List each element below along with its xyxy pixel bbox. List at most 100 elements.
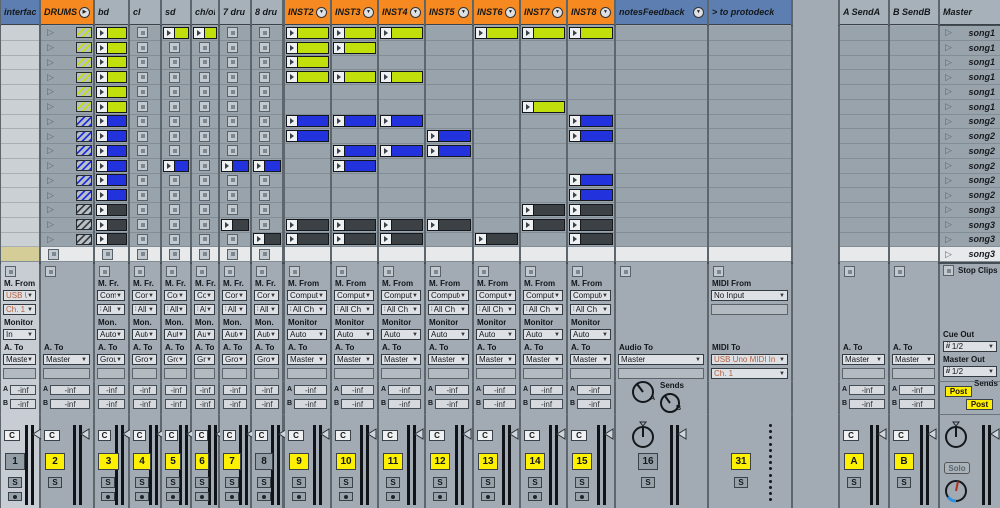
clip-stop-button[interactable]: [259, 116, 270, 127]
clip-slot[interactable]: [1, 233, 39, 248]
clip-slot[interactable]: [220, 188, 250, 203]
clip-stop-button[interactable]: [137, 57, 148, 68]
clip-slot[interactable]: [1, 100, 39, 115]
clip[interactable]: [475, 27, 518, 39]
track-stop-button[interactable]: [289, 266, 300, 277]
track-header-inst5[interactable]: INST5▼: [426, 0, 472, 25]
clip-slot[interactable]: [890, 233, 938, 248]
clip-stop-button[interactable]: [169, 42, 180, 53]
clip-slot[interactable]: [220, 85, 250, 100]
track-activator[interactable]: 7: [223, 453, 241, 470]
track-activator[interactable]: A: [844, 453, 864, 470]
send-a-amount[interactable]: -inf: [899, 385, 935, 395]
clip-slot[interactable]: [162, 203, 190, 218]
clip-stop-button[interactable]: [48, 249, 59, 260]
clip-slot[interactable]: [95, 233, 128, 248]
solo-button[interactable]: S: [481, 477, 495, 488]
clip-slot[interactable]: ▷: [41, 100, 93, 115]
track-header-inst8[interactable]: INST8▼: [568, 0, 614, 25]
send-a-amount[interactable]: -inf: [255, 385, 279, 395]
clip-slot[interactable]: [1, 159, 39, 174]
clip-slot[interactable]: [616, 174, 707, 189]
clip-stop-button[interactable]: [259, 249, 270, 260]
clip[interactable]: [96, 101, 127, 113]
clip-stop-button[interactable]: [259, 131, 270, 142]
clip-stop-button[interactable]: [169, 86, 180, 97]
clip-slot[interactable]: [426, 41, 472, 56]
solo-button[interactable]: S: [641, 477, 655, 488]
clip-launch-icon[interactable]: ▷: [47, 87, 54, 96]
scene-row[interactable]: ▷song3: [940, 203, 1000, 218]
clip-slot[interactable]: [1, 218, 39, 233]
clip-slot[interactable]: [568, 159, 614, 174]
clip[interactable]: [96, 86, 127, 98]
clip-slot[interactable]: [890, 100, 938, 115]
track-activator[interactable]: 14: [525, 453, 545, 470]
track-stop-button[interactable]: [572, 266, 583, 277]
clip-stop-button[interactable]: [169, 175, 180, 186]
clip-slot[interactable]: [521, 144, 566, 159]
send-b-amount[interactable]: -inf: [195, 399, 215, 409]
clip-slot[interactable]: [332, 115, 377, 130]
scene-launch-icon[interactable]: ▷: [945, 132, 952, 141]
clip-slot[interactable]: [474, 159, 519, 174]
clip-launch-icon[interactable]: ▷: [47, 161, 54, 170]
clip-slot[interactable]: [95, 247, 128, 262]
clip-slot[interactable]: [252, 247, 282, 262]
clip-slot[interactable]: [426, 144, 472, 159]
clip-slot[interactable]: [379, 233, 424, 248]
clip-stop-button[interactable]: [199, 116, 210, 127]
post-toggle-send-a[interactable]: Post: [945, 386, 972, 397]
clip-stop-button[interactable]: [227, 86, 238, 97]
clip-slot[interactable]: [332, 100, 377, 115]
clip-slot[interactable]: [220, 159, 250, 174]
clip-slot[interactable]: [95, 100, 128, 115]
clip-slot[interactable]: [130, 159, 160, 174]
solo-button[interactable]: S: [166, 477, 180, 488]
solo-button[interactable]: S: [575, 477, 589, 488]
clip-slot[interactable]: ▷: [41, 41, 93, 56]
monitor-chooser[interactable]: Auto▼: [381, 329, 421, 340]
master-pan-knob[interactable]: [943, 421, 969, 449]
cue-out-chooser[interactable]: ii 1/2▼: [943, 341, 997, 352]
monitor-chooser[interactable]: Auto▼: [428, 329, 469, 340]
clip-slot[interactable]: [285, 188, 330, 203]
clip[interactable]: [96, 115, 127, 127]
monitor-chooser[interactable]: Auto▼: [523, 329, 563, 340]
track-stop-button[interactable]: [5, 266, 16, 277]
track-header-returnA[interactable]: A SendA: [840, 0, 888, 25]
clip-slot[interactable]: [568, 144, 614, 159]
arm-button[interactable]: [481, 492, 495, 501]
clip-slot[interactable]: [521, 56, 566, 71]
send-b-amount[interactable]: -inf: [483, 399, 516, 409]
dropdown-icon[interactable]: ▼: [505, 7, 516, 18]
output-type-chooser[interactable]: Master▼: [570, 354, 611, 365]
arm-button[interactable]: [225, 492, 239, 501]
clip-slot[interactable]: [130, 115, 160, 130]
send-a-amount[interactable]: -inf: [530, 385, 563, 395]
clip-slot[interactable]: [332, 70, 377, 85]
volume-fader-handle[interactable]: [556, 428, 566, 440]
clip-slot[interactable]: [95, 159, 128, 174]
clip-slot[interactable]: [252, 115, 282, 130]
clip-slot[interactable]: [379, 144, 424, 159]
pan-control[interactable]: C: [382, 430, 398, 441]
clip-slot[interactable]: [332, 26, 377, 41]
clip-slot[interactable]: [332, 188, 377, 203]
track-stop-button[interactable]: [430, 266, 441, 277]
clip-slot[interactable]: [379, 56, 424, 71]
clip-stop-button[interactable]: [259, 101, 270, 112]
clip-slot[interactable]: [568, 247, 614, 262]
clip-slot[interactable]: [616, 56, 707, 71]
clip-slot[interactable]: [95, 115, 128, 130]
clip-stop-button[interactable]: [227, 249, 238, 260]
clip-slot[interactable]: [379, 115, 424, 130]
input-channel-chooser[interactable]: ⁞All Ch▼: [570, 304, 611, 315]
arm-button[interactable]: [575, 492, 589, 501]
track-stop-button[interactable]: [166, 266, 177, 277]
scene-launch-icon[interactable]: ▷: [945, 250, 952, 259]
clip-slot[interactable]: [474, 70, 519, 85]
clip[interactable]: [380, 27, 423, 39]
clip-stop-button[interactable]: [137, 42, 148, 53]
scene-launch-icon[interactable]: ▷: [945, 176, 952, 185]
